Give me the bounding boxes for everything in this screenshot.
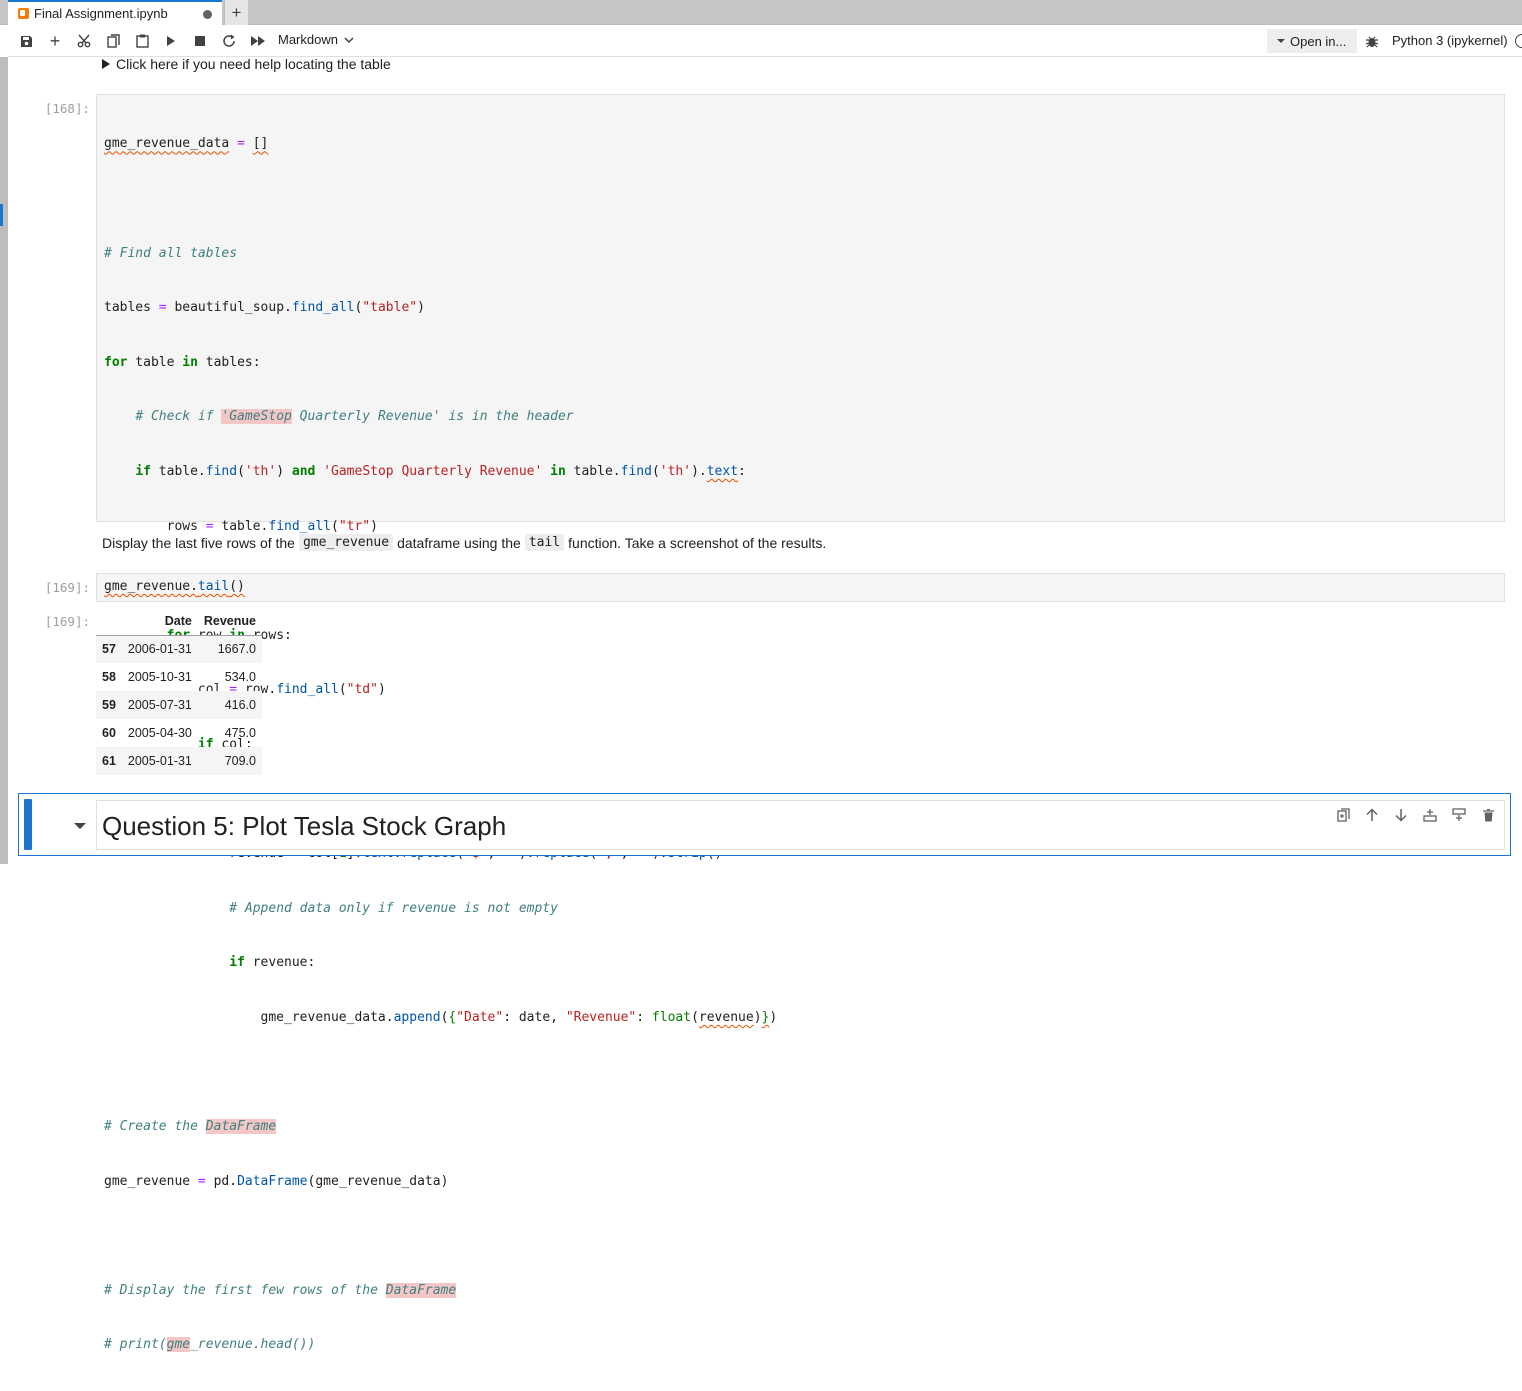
instruction-text-3: function. Take a screenshot of the resul… <box>568 534 827 551</box>
left-sidebar-marker <box>0 204 3 226</box>
row-index: 61 <box>102 754 116 768</box>
plus-icon[interactable]: + <box>44 31 66 51</box>
date-cell: 2005-10-31 <box>127 670 192 684</box>
table-header-row: Date Revenue <box>96 608 262 636</box>
table-row: 60 2005-04-30 475.0 <box>96 719 262 747</box>
unsaved-indicator-icon[interactable] <box>203 10 212 19</box>
row-index: 60 <box>102 726 116 740</box>
disclosure-triangle-icon <box>102 59 110 69</box>
instruction-text-2: dataframe using the <box>397 534 521 551</box>
column-header-revenue: Revenue <box>197 608 262 636</box>
code-line: for table in tables: <box>104 354 261 370</box>
cell-collapser[interactable] <box>24 799 32 850</box>
markdown-instruction: Display the last five rows of the gme_rev… <box>102 534 826 551</box>
table-row: 61 2005-01-31 709.0 <box>96 747 262 775</box>
cell-168-prompt: [168]: <box>44 101 90 116</box>
revenue-cell: 475.0 <box>224 726 256 740</box>
paste-icon[interactable] <box>131 31 153 51</box>
caret-down-icon <box>1277 39 1285 43</box>
insert-below-icon[interactable] <box>1449 805 1469 825</box>
row-index: 57 <box>102 642 116 657</box>
code-line: if table.find('th') and 'GameStop Quarte… <box>135 463 746 479</box>
inline-code-tail: tail <box>524 534 565 551</box>
code-line: gme_revenue_data = [] <box>104 136 269 152</box>
collapse-caret-icon[interactable] <box>74 823 86 829</box>
trash-icon[interactable] <box>1478 805 1498 825</box>
code-line: # Check if 'GameStop Quarterly Revenue' … <box>135 409 574 425</box>
save-icon[interactable] <box>15 31 37 51</box>
code-line: gme_revenue = pd.DataFrame(gme_revenue_d… <box>104 1173 449 1189</box>
open-in-button[interactable]: Open in... <box>1267 29 1357 53</box>
revenue-cell: 709.0 <box>224 754 256 768</box>
cell-type-select[interactable]: Markdown <box>278 32 354 47</box>
code-line: # print(gme_revenue.head()) <box>104 1337 316 1353</box>
code-line: # Create the DataFrame <box>104 1119 277 1135</box>
notebook-toolbar: + Markdown Open in... Python 3 (ipykerne… <box>8 26 1522 57</box>
refresh-icon[interactable] <box>218 31 240 51</box>
dataframe-output: Date Revenue 57 2006-01-31 1667.0 58 200… <box>96 608 262 775</box>
help-details-summary[interactable]: Click here if you need help locating the… <box>102 56 391 72</box>
insert-above-icon[interactable] <box>1420 805 1440 825</box>
chevron-down-icon <box>344 36 354 43</box>
stop-icon[interactable] <box>189 31 211 51</box>
row-index: 59 <box>102 698 116 712</box>
notebook-icon <box>18 8 29 19</box>
code-line: # Display the first few rows of the Data… <box>104 1282 457 1298</box>
instruction-text-1: Display the last five rows of the <box>102 534 295 551</box>
revenue-cell: 1667.0 <box>217 642 256 657</box>
kernel-status-icon <box>1515 34 1522 48</box>
fast-forward-icon[interactable] <box>247 31 269 51</box>
cell-169-code: gme_revenue.tail() <box>104 579 245 594</box>
cell-type-value: Markdown <box>278 32 338 47</box>
left-sidebar-strip <box>0 57 8 864</box>
duplicate-cell-icon[interactable] <box>1333 805 1353 825</box>
new-tab-button[interactable]: + <box>224 0 248 25</box>
play-icon[interactable] <box>160 31 182 51</box>
table-row: 58 2005-10-31 534.0 <box>96 663 262 691</box>
code-line: # Append data only if revenue is not emp… <box>229 900 558 916</box>
help-text: Click here if you need help locating the… <box>116 56 391 72</box>
code-line: if revenue: <box>229 955 316 971</box>
code-line: # Find all tables <box>104 245 238 261</box>
bug-icon[interactable] <box>1361 31 1383 51</box>
date-cell: 2005-07-31 <box>127 698 192 712</box>
code-line: tables = beautiful_soup.find_all("table"… <box>104 300 425 316</box>
cell-169-editor[interactable]: gme_revenue.tail() <box>96 573 1505 602</box>
inline-code-gme-revenue: gme_revenue <box>298 534 394 551</box>
index-header <box>96 608 122 636</box>
revenue-cell: 534.0 <box>224 670 256 684</box>
tab-final-assignment[interactable]: Final Assignment.ipynb <box>8 0 222 25</box>
table-row: 57 2006-01-31 1667.0 <box>96 635 262 663</box>
move-up-icon[interactable] <box>1362 805 1382 825</box>
tab-bar: Final Assignment.ipynb + <box>0 0 1522 25</box>
row-index: 58 <box>102 670 116 684</box>
cell-169-prompt: [169]: <box>44 580 90 595</box>
tab-title: Final Assignment.ipynb <box>34 6 168 21</box>
move-down-icon[interactable] <box>1391 805 1411 825</box>
copy-icon[interactable] <box>102 31 124 51</box>
code-line: gme_revenue_data.append({"Date": date, "… <box>104 1009 778 1025</box>
cell-168-editor[interactable]: gme_revenue_data = [] # Find all tables … <box>96 94 1505 1353</box>
column-header-date: Date <box>121 608 198 636</box>
scissors-icon[interactable] <box>73 31 95 51</box>
table-row: 59 2005-07-31 416.0 <box>96 691 262 719</box>
date-cell: 2005-01-31 <box>127 754 192 768</box>
open-in-label: Open in... <box>1290 33 1347 49</box>
date-cell: 2006-01-31 <box>127 642 192 657</box>
question-5-heading: Question 5: Plot Tesla Stock Graph <box>102 811 507 841</box>
date-cell: 2005-04-30 <box>127 726 192 740</box>
kernel-name[interactable]: Python 3 (ipykernel) <box>1392 33 1508 48</box>
revenue-cell: 416.0 <box>224 698 256 712</box>
cell-169-output-prompt: [169]: <box>44 614 90 629</box>
